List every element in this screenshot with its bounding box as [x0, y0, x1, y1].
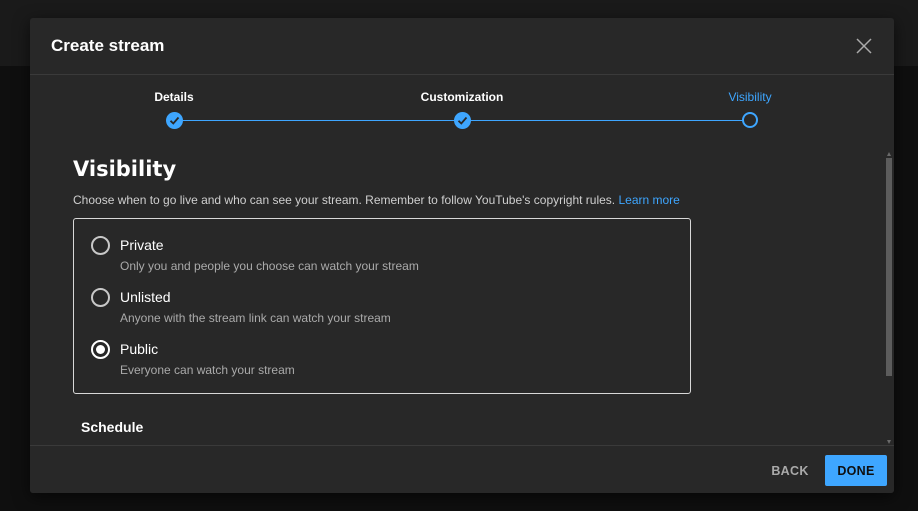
step-label: Details [154, 90, 194, 104]
create-stream-dialog: Create stream Details Customization Visi… [30, 18, 894, 493]
visibility-options: Private Only you and people you choose c… [73, 218, 691, 394]
public-radio[interactable] [91, 340, 110, 359]
close-icon [856, 38, 872, 54]
back-button[interactable]: BACK [767, 456, 813, 486]
dialog-content: Visibility Choose when to go live and wh… [30, 148, 884, 446]
scroll-thumb[interactable] [886, 158, 892, 376]
content-scrollbar[interactable] [884, 152, 894, 444]
option-label: Unlisted [120, 289, 171, 305]
schedule-heading: Schedule [81, 419, 144, 435]
option-private[interactable]: Private Only you and people you choose c… [91, 236, 591, 280]
ring-icon [742, 112, 758, 128]
learn-more-link[interactable]: Learn more [618, 193, 679, 207]
option-label: Private [120, 237, 164, 253]
step-done-indicator [453, 112, 471, 129]
section-title: Visibility [73, 157, 177, 181]
check-icon [457, 116, 467, 125]
option-description: Only you and people you choose can watch… [120, 259, 419, 273]
check-icon [169, 116, 179, 125]
dialog-header: Create stream [30, 18, 894, 75]
step-label: Customization [420, 90, 504, 104]
dialog-title: Create stream [51, 36, 165, 55]
option-description: Everyone can watch your stream [120, 363, 295, 377]
option-description: Anyone with the stream link can watch yo… [120, 311, 391, 325]
step-details[interactable]: Details [114, 75, 234, 129]
step-customization[interactable]: Customization [402, 75, 522, 129]
option-label: Public [120, 341, 159, 357]
step-done-indicator [165, 112, 183, 129]
private-radio[interactable] [91, 236, 110, 255]
step-visibility[interactable]: Visibility [690, 75, 810, 128]
dialog-footer: BACK DONE [30, 445, 894, 493]
section-description: Choose when to go live and who can see y… [73, 193, 680, 207]
step-label: Visibility [728, 90, 772, 104]
close-button[interactable] [854, 36, 874, 56]
done-button[interactable]: DONE [825, 455, 887, 486]
scroll-up-icon[interactable] [887, 152, 891, 156]
scroll-down-icon[interactable] [887, 440, 891, 444]
option-unlisted[interactable]: Unlisted Anyone with the stream link can… [91, 288, 591, 332]
description-text: Choose when to go live and who can see y… [73, 193, 616, 207]
option-public[interactable]: Public Everyone can watch your stream [91, 340, 591, 384]
stepper: Details Customization Visibility [30, 75, 894, 135]
unlisted-radio[interactable] [91, 288, 110, 307]
